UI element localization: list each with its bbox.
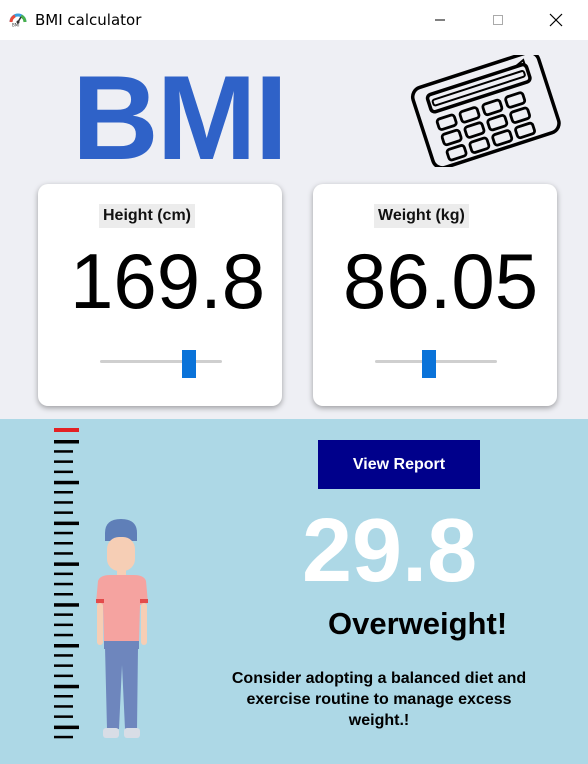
ruler-tick — [54, 674, 73, 678]
height-value: 169.8 — [70, 237, 266, 325]
weight-card: Weight (kg) 86.05 — [313, 184, 557, 406]
ruler-tick — [54, 613, 73, 616]
ruler-tick — [54, 684, 79, 689]
ruler-tick — [54, 572, 73, 576]
height-slider[interactable] — [100, 350, 222, 378]
ruler-tick — [54, 654, 73, 657]
ruler-tick — [54, 725, 79, 730]
bmi-status: Overweight! — [328, 606, 508, 641]
advice-text: Consider adopting a balanced diet and ex… — [231, 670, 527, 729]
close-icon — [549, 13, 563, 27]
height-ruler-icon — [54, 428, 79, 739]
ruler-tick — [54, 562, 79, 566]
ruler-tick — [54, 552, 73, 555]
ruler-tick — [54, 695, 73, 698]
svg-text:BMI: BMI — [12, 23, 19, 28]
ruler-tick — [54, 593, 73, 596]
maximize-icon — [493, 15, 503, 25]
ruler-tick — [54, 511, 73, 514]
calculator-icon — [410, 55, 561, 167]
ruler-tick — [54, 460, 73, 463]
maximize-button[interactable] — [470, 0, 526, 40]
ruler-tick — [54, 633, 73, 637]
ruler-tick — [54, 501, 73, 504]
bmi-gauge-icon: BMI — [9, 13, 27, 28]
ruler-tick — [54, 582, 73, 586]
ruler-tick — [54, 491, 73, 494]
weight-label: Weight (kg) — [374, 204, 469, 228]
ruler-tick — [54, 470, 73, 474]
height-slider-thumb[interactable] — [182, 350, 197, 378]
ruler-tick — [54, 623, 73, 627]
ruler-tick — [54, 450, 73, 453]
weight-slider-track[interactable] — [375, 360, 497, 363]
height-label: Height (cm) — [99, 204, 195, 228]
ruler-tick — [54, 715, 73, 718]
ruler-tick — [54, 705, 73, 708]
title-bar[interactable]: BMI BMI calculator — [0, 0, 588, 40]
height-slider-track[interactable] — [100, 360, 222, 363]
ruler-tick — [54, 542, 73, 545]
ruler-tick — [54, 664, 73, 667]
height-card: Height (cm) 169.8 — [38, 184, 282, 406]
bmi-calculator-window: BMI BMI calculator BMI Height (cm) 169.8… — [0, 0, 588, 764]
person-illustration-icon — [96, 519, 148, 738]
minimize-button[interactable] — [412, 0, 468, 40]
weight-slider-thumb[interactable] — [421, 350, 436, 378]
ruler-tick — [54, 480, 79, 485]
weight-slider[interactable] — [375, 350, 497, 378]
view-report-button[interactable]: View Report — [318, 440, 480, 489]
bmi-value: 29.8 — [302, 501, 478, 601]
ruler-tick — [54, 521, 79, 526]
weight-value: 86.05 — [343, 237, 539, 325]
ruler-tick — [54, 644, 79, 648]
ruler-tick — [54, 531, 73, 535]
ruler-tick — [54, 735, 73, 739]
ruler-marker — [54, 428, 79, 432]
bmi-logo: BMI — [72, 51, 288, 185]
minimize-icon — [435, 19, 445, 21]
ruler-tick — [54, 440, 79, 444]
ruler-tick — [54, 603, 79, 607]
window-title: BMI calculator — [35, 11, 142, 29]
close-button[interactable] — [528, 0, 584, 40]
